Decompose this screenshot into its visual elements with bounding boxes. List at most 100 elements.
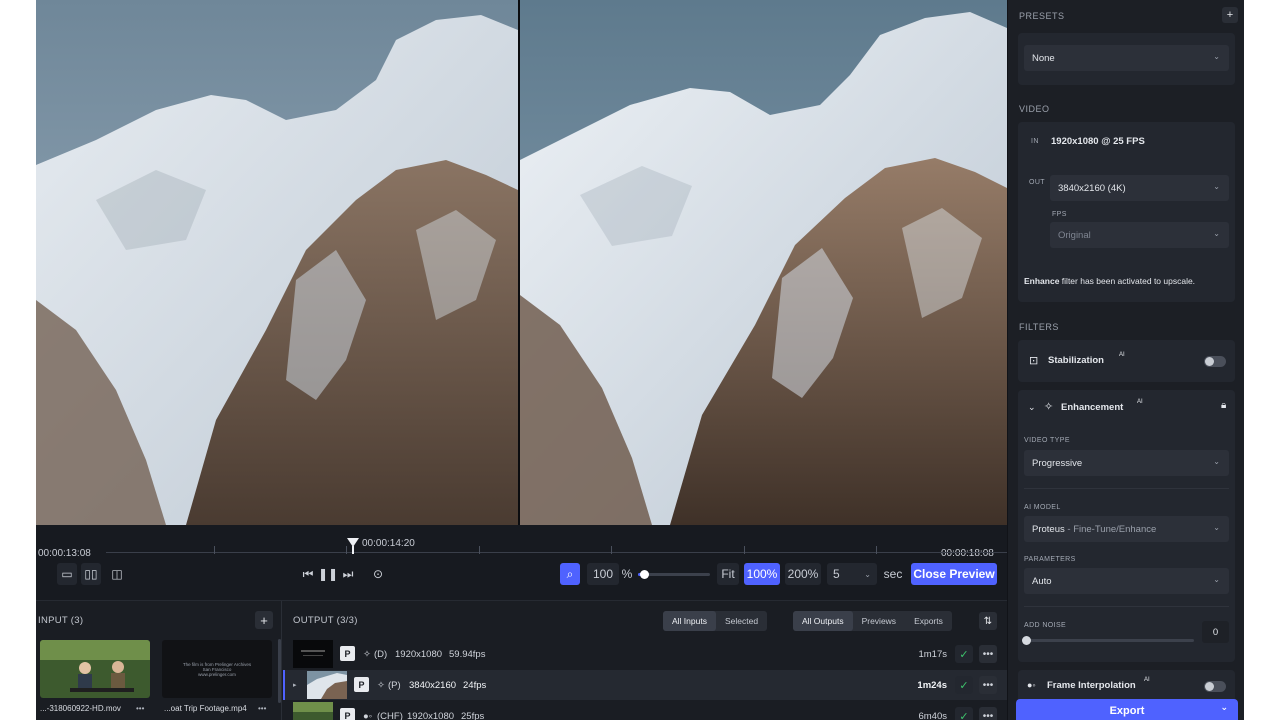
zoom-slider-knob[interactable] <box>639 569 649 579</box>
parameters-label: PARAMETERS <box>1024 556 1076 563</box>
chevron-down-icon: ⌄ <box>1213 523 1220 532</box>
preview-duration-select[interactable]: 5 ⌄ <box>827 563 877 585</box>
stabilization-label: Stabilization <box>1048 355 1104 366</box>
fps-label: FPS <box>1052 211 1067 218</box>
lock-icon[interactable]: 🔒︎ <box>1221 400 1226 411</box>
zoom-100-button[interactable]: 100% <box>744 563 780 585</box>
output-thumbnail <box>293 702 333 720</box>
fps-select[interactable]: Original ⌄ <box>1050 222 1229 248</box>
ai-model-label: AI MODEL <box>1024 504 1061 511</box>
output-panel-title: OUTPUT (3/3) <box>293 615 358 626</box>
presets-section-title: PRESETS <box>1019 11 1065 21</box>
video-type-label: VIDEO TYPE <box>1024 437 1070 444</box>
stabilization-toggle[interactable] <box>1204 356 1226 367</box>
loop-button[interactable]: ⊙ <box>368 563 388 585</box>
preset-select[interactable]: None ⌄ <box>1024 45 1229 71</box>
input-file-more-button[interactable]: ••• <box>258 704 266 713</box>
filter-all-inputs[interactable]: All Inputs <box>663 611 716 631</box>
output-row-selected[interactable]: ▸ P ✧ (P) 3840x2160 24fps 1m24s ✓ ••• <box>283 670 1007 700</box>
output-fps: 24fps <box>463 679 487 691</box>
video-type-select[interactable]: Progressive ⌄ <box>1024 450 1229 476</box>
output-row[interactable]: P ✧ (D) 1920x1080 59.94fps 1m17s ✓ ••• <box>283 639 1007 669</box>
zoom-input[interactable]: 100 <box>587 563 619 585</box>
zoom-200-button[interactable]: 200% <box>785 563 821 585</box>
split-view-icon: ◫ <box>111 567 123 581</box>
output-row[interactable]: P ●◦ (CHF) 1920x1080 25fps 6m40s ✓ ••• <box>283 701 1007 720</box>
filter-previews[interactable]: Previews <box>853 611 905 631</box>
step-forward-icon: ⏭ <box>342 567 354 581</box>
ai-model-select[interactable]: Proteus - Fine-Tune/Enhance ⌄ <box>1024 516 1229 542</box>
presets-card: None ⌄ <box>1018 33 1235 85</box>
timeline-tick <box>876 546 877 554</box>
pause-button[interactable]: ❚❚ <box>318 563 338 585</box>
app-window: 00:00:13:08 00:00:14:20 00:00:18:08 ▭ ▯▯… <box>36 0 1244 720</box>
step-back-icon: ⏮ <box>302 567 314 581</box>
export-button[interactable]: Export ⌄ <box>1016 699 1238 720</box>
zoom-unit: % <box>621 567 633 581</box>
ai-model-value: Proteus <box>1032 523 1065 535</box>
timeline-tick <box>479 546 480 554</box>
zoom-slider[interactable] <box>638 563 710 585</box>
add-preset-button[interactable]: + <box>1222 7 1238 23</box>
close-preview-button[interactable]: Close Preview <box>911 563 997 585</box>
single-view-button[interactable]: ▭ <box>57 563 77 585</box>
timeline-tick <box>214 546 215 554</box>
next-frame-button[interactable]: ⏭ <box>338 563 358 585</box>
ai-model-subtitle: - Fine-Tune/Enhance <box>1064 523 1157 535</box>
chevron-down-icon: ⌄ <box>1213 52 1220 61</box>
add-noise-label: ADD NOISE <box>1024 622 1067 629</box>
output-resolution-select[interactable]: 3840x2160 (4K) ⌄ <box>1050 175 1229 201</box>
output-thumbnail <box>293 640 333 668</box>
fps-value: Original <box>1058 229 1091 241</box>
playhead-line <box>352 546 354 554</box>
input-filter-segmented: All Inputs Selected <box>663 611 768 631</box>
ai-badge: AI <box>1137 399 1143 405</box>
magnifier-icon: ⌕ <box>566 567 574 581</box>
output-badge: P <box>354 677 369 692</box>
chevron-down-icon[interactable]: ⌄ <box>1220 702 1228 713</box>
output-fps: 59.94fps <box>449 648 486 660</box>
input-file-more-button[interactable]: ••• <box>136 704 144 713</box>
sparkle-icon: ✧ <box>377 679 385 691</box>
output-more-button[interactable]: ••• <box>979 707 997 720</box>
split-view-button[interactable]: ◫ <box>107 563 127 585</box>
chevron-down-icon: ⌄ <box>1213 457 1220 466</box>
fit-button[interactable]: Fit <box>717 563 739 585</box>
input-resolution: 1920x1080 @ 25 FPS <box>1051 136 1145 147</box>
expand-arrow-icon[interactable]: ▸ <box>293 681 297 689</box>
side-by-side-view-button[interactable]: ▯▯ <box>81 563 101 585</box>
timeline-tick <box>744 546 745 554</box>
output-model: (CHF) <box>377 710 403 720</box>
previous-frame-button[interactable]: ⏮ <box>298 563 318 585</box>
filter-exports[interactable]: Exports <box>905 611 952 631</box>
output-resolution-value: 3840x2160 (4K) <box>1058 182 1126 194</box>
input-panel-title: INPUT (3) <box>38 615 84 626</box>
input-scrollbar[interactable] <box>278 639 281 703</box>
add-noise-slider[interactable] <box>1022 636 1194 645</box>
separator <box>1024 488 1229 489</box>
add-noise-input[interactable]: 0 <box>1202 621 1229 643</box>
output-more-button[interactable]: ••• <box>979 676 997 694</box>
add-noise-slider-knob[interactable] <box>1022 636 1031 645</box>
add-input-button[interactable]: + <box>255 611 273 629</box>
check-icon: ✓ <box>955 645 973 663</box>
output-resolution: 1920x1080 <box>407 710 455 720</box>
parameters-select[interactable]: Auto ⌄ <box>1024 568 1229 594</box>
filter-selected[interactable]: Selected <box>716 611 767 631</box>
output-duration: 1m17s <box>918 648 947 660</box>
filter-all-outputs[interactable]: All Outputs <box>793 611 853 631</box>
check-icon: ✓ <box>955 676 973 694</box>
input-file-thumbnail[interactable] <box>40 640 150 698</box>
output-more-button[interactable]: ••• <box>979 645 997 663</box>
output-model: (D) <box>374 648 388 660</box>
enhancement-card: ⌄ ✧ Enhancement AI 🔒︎ VIDEO TYPE Progres… <box>1018 390 1235 662</box>
sort-button[interactable]: ⇅ <box>979 612 997 630</box>
input-file-thumbnail[interactable]: The film is from Prelinger Archives San … <box>162 640 272 698</box>
bottom-panels: INPUT (3) + ...-318060922-HD.mov ••• The… <box>36 600 1007 720</box>
frame-interpolation-toggle[interactable] <box>1204 681 1226 692</box>
sparkle-icon: ✧ <box>363 648 371 660</box>
collapse-chevron-icon[interactable]: ⌄ <box>1028 402 1036 413</box>
zoom-tool-button[interactable]: ⌕ <box>560 563 580 585</box>
output-duration: 6m40s <box>918 710 947 720</box>
timeline-start-time: 00:00:13:08 <box>38 548 91 559</box>
